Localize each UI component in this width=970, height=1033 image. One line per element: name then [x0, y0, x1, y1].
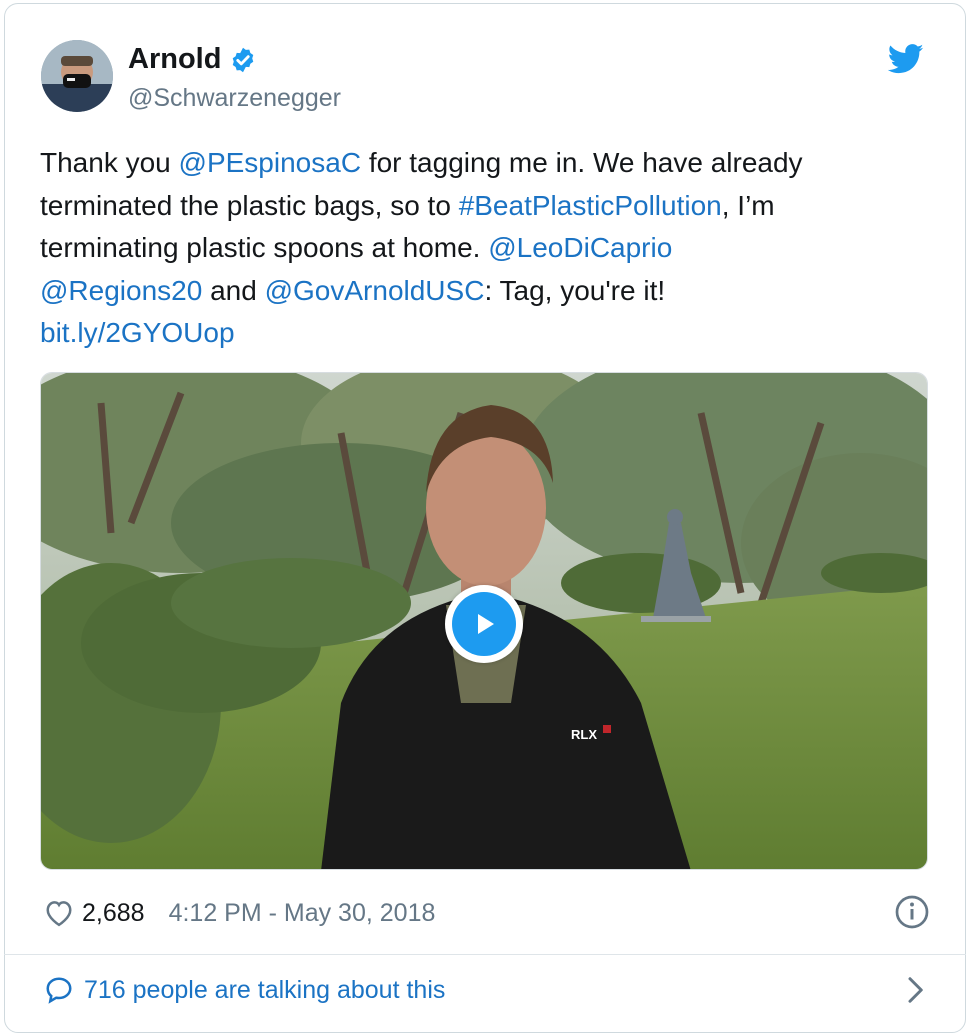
url-link[interactable]: bit.ly/2GYOUop	[40, 317, 235, 348]
speech-bubble-icon	[46, 977, 72, 1004]
info-icon[interactable]	[894, 894, 930, 930]
mention-link[interactable]: @LeoDiCaprio	[488, 232, 672, 263]
mention-link[interactable]: @GovArnoldUSC	[265, 275, 485, 306]
text-part: and	[202, 274, 265, 306]
text-part: Thank you	[40, 147, 179, 178]
timestamp[interactable]: 4:12 PM - May 30, 2018	[169, 899, 436, 928]
play-button[interactable]	[445, 585, 523, 663]
play-icon	[452, 592, 516, 656]
text-part: : Tag, you're it!	[484, 274, 666, 306]
heart-icon	[46, 901, 72, 927]
avatar[interactable]	[41, 40, 113, 112]
like-button[interactable]: 2,688	[44, 899, 145, 928]
conversation-link[interactable]: 716 people are talking about this	[44, 970, 445, 1010]
chevron-right-icon[interactable]	[900, 975, 930, 1005]
like-count: 2,688	[82, 898, 145, 927]
author-name[interactable]: Arnold	[128, 43, 221, 76]
talking-count[interactable]: 716 people are talking about this	[84, 976, 445, 1005]
hashtag-link[interactable]: #BeatPlasticPollution	[459, 190, 722, 221]
tweet-text: Thank you @PEspinosaC for tagging me in.…	[40, 142, 920, 355]
author-name-row[interactable]: Arnold	[128, 43, 257, 76]
mention-link[interactable]: @Regions20	[40, 275, 202, 306]
author-handle[interactable]: @Schwarzenegger	[128, 84, 341, 113]
svg-text:RLX: RLX	[571, 727, 597, 742]
divider	[4, 954, 966, 955]
verified-badge-icon	[233, 47, 254, 72]
twitter-bird-icon[interactable]	[888, 44, 924, 74]
mention-link[interactable]: @PEspinosaC	[179, 147, 362, 178]
tweet-meta: 2,688 4:12 PM - May 30, 2018	[44, 893, 435, 933]
